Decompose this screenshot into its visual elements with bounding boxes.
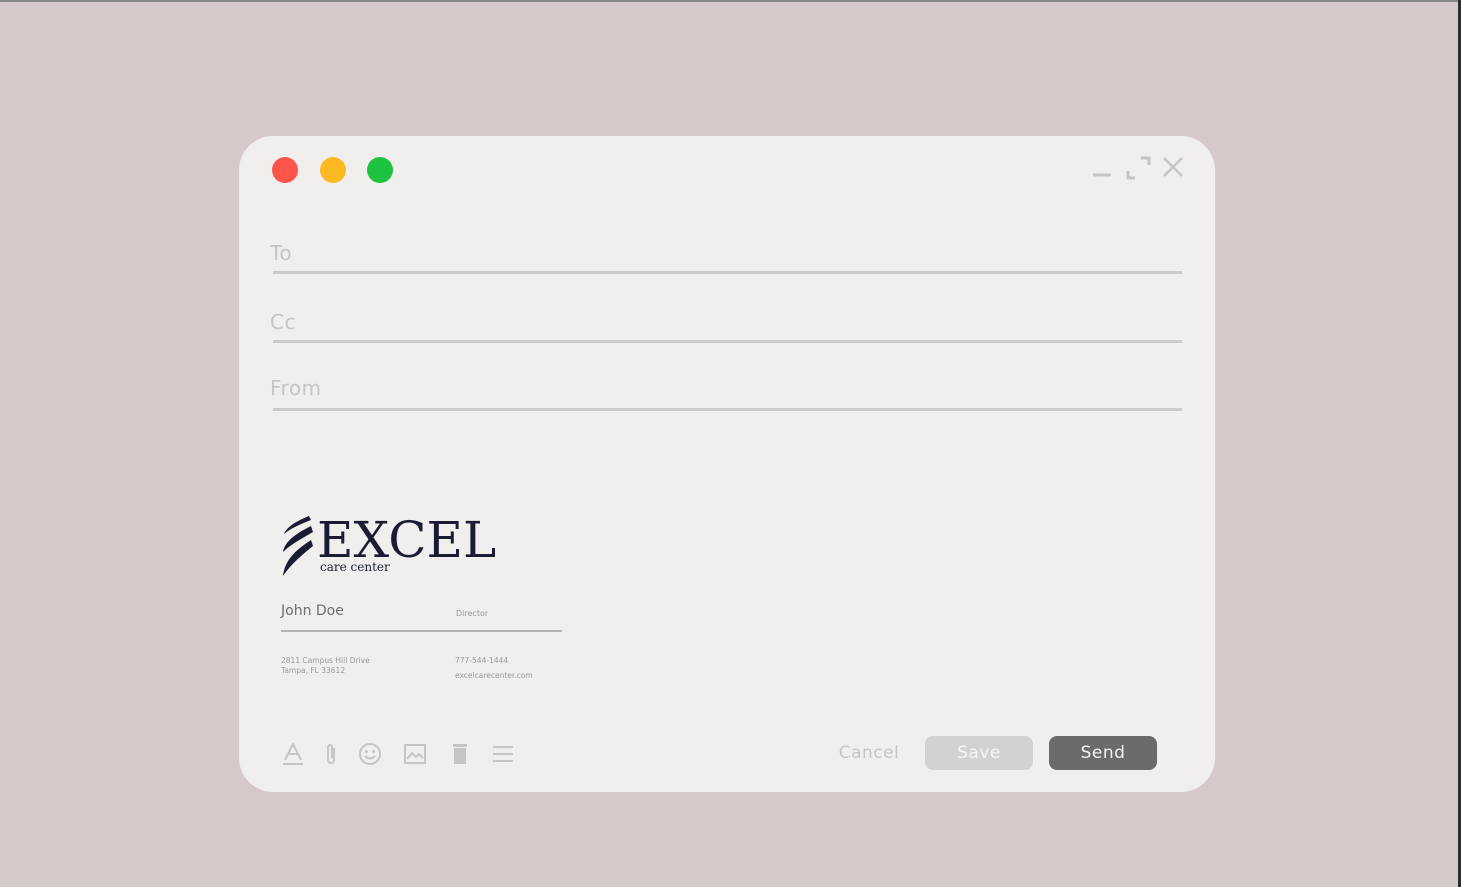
- signature-contact: 777-544-1444 excelcarecenter.com: [455, 656, 533, 681]
- to-label: To: [270, 241, 293, 265]
- trash-icon[interactable]: [451, 742, 469, 766]
- zoom-traffic-light[interactable]: [367, 157, 393, 183]
- from-underline: [273, 408, 1182, 411]
- maximize-icon[interactable]: [1126, 156, 1152, 182]
- signature-phone: 777-544-1444: [455, 656, 509, 665]
- close-traffic-light[interactable]: [272, 157, 298, 183]
- screen-top-edge: [0, 0, 1461, 2]
- save-button[interactable]: Save: [925, 736, 1033, 770]
- from-label: From: [270, 376, 322, 400]
- signature-address: 2811 Campus Hill Drive Tampa, FL 33612: [281, 656, 370, 676]
- cc-label: Cc: [270, 310, 296, 334]
- to-field[interactable]: To: [270, 236, 1182, 276]
- signature-name: John Doe: [281, 603, 344, 619]
- emoji-icon[interactable]: [358, 742, 382, 766]
- signature-title: Director: [456, 609, 489, 618]
- image-icon[interactable]: [403, 742, 427, 766]
- minimize-traffic-light[interactable]: [320, 157, 346, 183]
- text-format-icon[interactable]: [281, 742, 305, 766]
- to-underline: [273, 271, 1182, 274]
- signature-website: excelcarecenter.com: [455, 671, 533, 680]
- signature-divider: [281, 630, 562, 632]
- logo-subtitle: care center: [320, 560, 390, 574]
- from-field[interactable]: From: [270, 373, 1182, 413]
- address-line-1: 2811 Campus Hill Drive: [281, 656, 370, 665]
- cc-underline: [273, 340, 1182, 343]
- compose-window: To Cc From EXCEL care center John Doe Di…: [239, 136, 1215, 792]
- cc-field[interactable]: Cc: [270, 305, 1182, 345]
- excel-care-center-logo: EXCEL care center: [283, 512, 496, 576]
- attachment-icon[interactable]: [323, 742, 339, 766]
- cancel-button[interactable]: Cancel: [829, 736, 909, 770]
- close-icon[interactable]: [1162, 156, 1184, 178]
- more-menu-icon[interactable]: [492, 742, 514, 766]
- send-button[interactable]: Send: [1049, 736, 1157, 770]
- minimize-icon[interactable]: [1091, 156, 1113, 180]
- address-line-2: Tampa, FL 33612: [281, 666, 346, 675]
